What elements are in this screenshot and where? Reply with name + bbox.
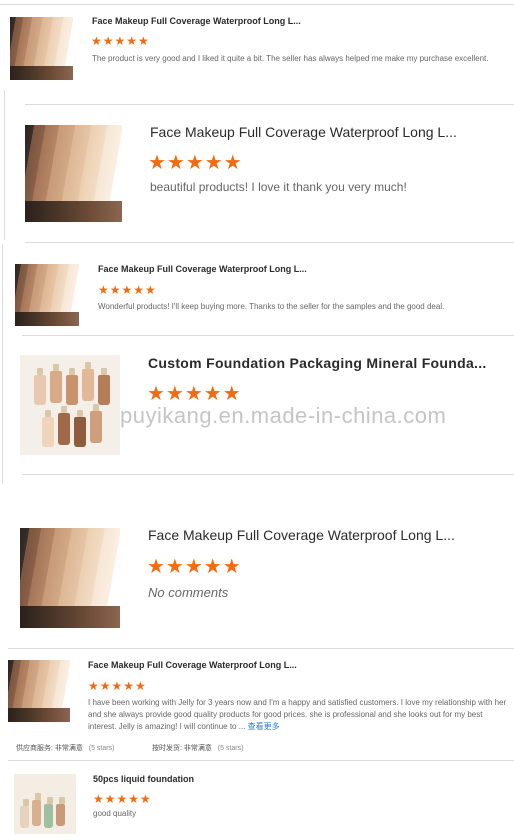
bottle-image bbox=[20, 799, 29, 828]
product-title[interactable]: Face Makeup Full Coverage Waterproof Lon… bbox=[92, 16, 332, 26]
divider bbox=[4, 90, 5, 240]
meta-note: (5 stars) bbox=[217, 745, 244, 752]
review-comment: beautiful products! I love it thank you … bbox=[150, 180, 407, 194]
watermark: puyikang.en.made-in-china.com bbox=[120, 403, 447, 428]
divider bbox=[25, 104, 514, 105]
review-comment-text: I have been working with Jelly for 3 yea… bbox=[88, 698, 507, 731]
product-title[interactable]: Face Makeup Full Coverage Waterproof Lon… bbox=[98, 264, 338, 274]
product-thumbnail[interactable] bbox=[15, 264, 79, 326]
product-thumbnail[interactable] bbox=[8, 660, 70, 722]
review-comment: The product is very good and I liked it … bbox=[92, 54, 489, 63]
review-comment: No comments bbox=[148, 585, 229, 600]
product-thumbnail[interactable] bbox=[20, 528, 120, 628]
star-rating: ★★★★★ bbox=[91, 34, 150, 48]
review-comment: Wonderful products! I'll keep buying mor… bbox=[98, 302, 445, 311]
product-thumbnail[interactable] bbox=[25, 125, 122, 222]
product-title[interactable]: 50pcs liquid foundation bbox=[93, 774, 333, 784]
bottle-image bbox=[90, 404, 102, 443]
bottle-image bbox=[74, 410, 86, 447]
bottle-image bbox=[42, 410, 54, 447]
bottle-image bbox=[50, 364, 62, 403]
meta-label: 供应商服务: 非常满意 bbox=[16, 745, 83, 752]
product-title[interactable]: Face Makeup Full Coverage Waterproof Lon… bbox=[88, 660, 328, 670]
review-comment: good quality bbox=[93, 809, 137, 818]
bottle-image bbox=[56, 797, 65, 826]
bottle-image bbox=[34, 368, 46, 405]
divider bbox=[8, 648, 514, 649]
divider bbox=[22, 335, 514, 336]
meta-note: (5 stars) bbox=[88, 745, 115, 752]
divider bbox=[22, 474, 514, 475]
bottle-image bbox=[82, 362, 94, 401]
product-title[interactable]: Face Makeup Full Coverage Waterproof Lon… bbox=[150, 124, 500, 140]
product-title[interactable]: Face Makeup Full Coverage Waterproof Lon… bbox=[148, 527, 498, 543]
star-rating: ★★★★★ bbox=[93, 792, 152, 806]
divider bbox=[2, 244, 3, 484]
product-thumbnail[interactable] bbox=[14, 774, 76, 834]
product-title[interactable]: Custom Foundation Packaging Mineral Foun… bbox=[148, 355, 498, 371]
star-rating: ★★★★★ bbox=[98, 283, 157, 297]
star-rating: ★★★★★ bbox=[147, 556, 242, 578]
divider bbox=[25, 242, 514, 243]
product-thumbnail[interactable] bbox=[10, 17, 73, 80]
bottle-image bbox=[32, 793, 41, 826]
bottle-image bbox=[44, 797, 53, 828]
supplier-service-rating: 供应商服务: 非常满意 (5 stars) bbox=[16, 743, 114, 753]
on-time-delivery-rating: 按时发货: 非常满意 (5 stars) bbox=[152, 743, 243, 753]
divider bbox=[8, 760, 514, 761]
meta-label: 按时发货: 非常满意 bbox=[152, 745, 212, 752]
product-thumbnail[interactable] bbox=[20, 355, 120, 455]
read-more-link[interactable]: 查看更多 bbox=[248, 722, 280, 731]
star-rating: ★★★★★ bbox=[88, 679, 147, 693]
review-comment: I have been working with Jelly for 3 yea… bbox=[88, 697, 508, 733]
star-rating: ★★★★★ bbox=[148, 152, 243, 174]
divider bbox=[0, 4, 514, 5]
bottle-image bbox=[58, 406, 70, 445]
bottle-image bbox=[66, 368, 78, 405]
bottle-image bbox=[98, 368, 110, 405]
